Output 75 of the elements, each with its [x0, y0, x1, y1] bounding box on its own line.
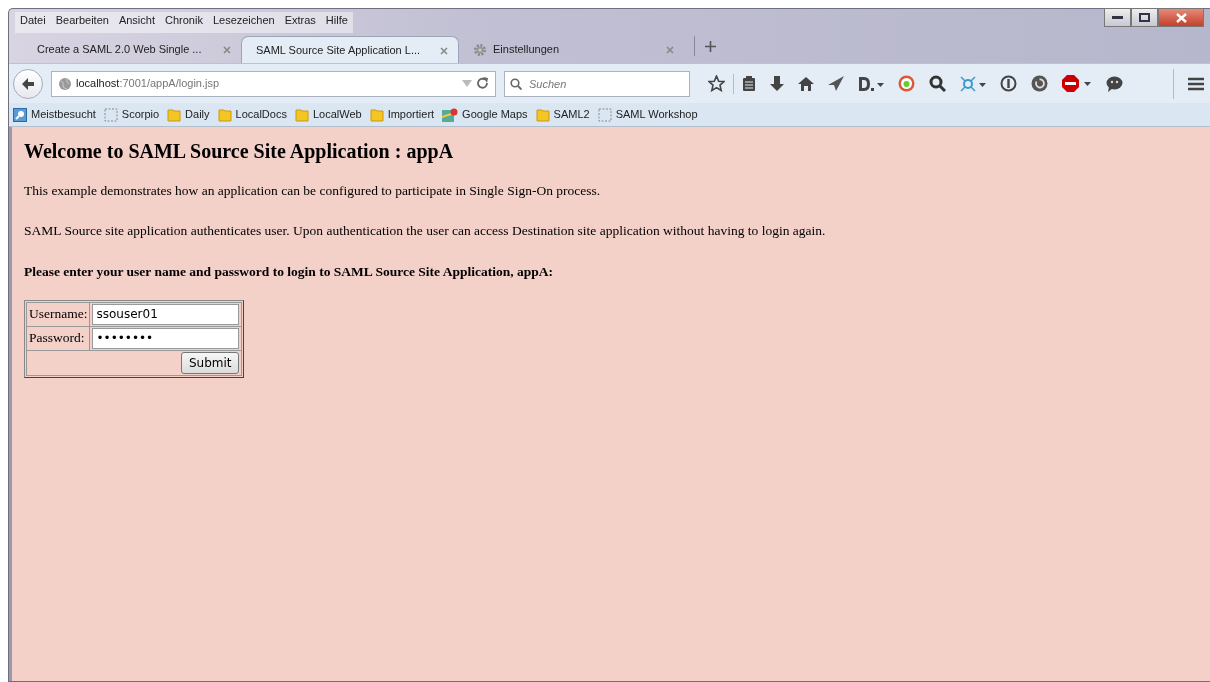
- maximize-icon: [1139, 13, 1150, 22]
- bookmark-label: Importiert: [387, 107, 435, 123]
- address-bar[interactable]: localhost:7001/appA/login.jsp: [51, 70, 496, 97]
- search-field[interactable]: Suchen: [504, 70, 690, 97]
- globe-icon: [58, 76, 72, 91]
- folder-icon: [294, 107, 309, 122]
- username-field[interactable]: ssouser01: [92, 303, 240, 325]
- bookmark-label: SAML Workshop: [615, 107, 698, 123]
- minimize-icon: [1112, 15, 1123, 20]
- menu-item[interactable]: Extras: [279, 12, 321, 33]
- download-icon[interactable]: [770, 75, 784, 92]
- page-outline-icon: [103, 107, 118, 122]
- folder-icon: [535, 107, 550, 122]
- close-icon: [1175, 12, 1187, 23]
- bookmark[interactable]: LocalWeb: [294, 106, 362, 123]
- tab-title: SAML Source Site Application L...: [256, 42, 421, 58]
- paper-plane-icon[interactable]: [828, 76, 844, 91]
- folder-icon: [167, 107, 182, 122]
- bookmark-label: Google Maps: [462, 107, 528, 123]
- bookmark[interactable]: Meistbesucht: [13, 106, 96, 123]
- bookmark[interactable]: Daily: [167, 106, 210, 123]
- menu-item[interactable]: Datei: [15, 12, 51, 33]
- form-prompt: Please enter your user name and password to login to SAML Source Site Application, appA:: [24, 262, 554, 281]
- star-icon[interactable]: [708, 75, 725, 92]
- clipboard-icon[interactable]: [742, 75, 756, 92]
- menu-item[interactable]: Bearbeiten: [50, 12, 114, 33]
- history-icon[interactable]: [1031, 75, 1048, 92]
- menu-item[interactable]: Chronik: [160, 12, 208, 33]
- bookmark-label: Daily: [185, 107, 210, 123]
- browser-tab[interactable]: Einstellungen: [459, 36, 684, 63]
- bookmark-label: Scorpio: [121, 107, 160, 123]
- magnifier-icon[interactable]: [929, 75, 946, 92]
- reload-icon[interactable]: [476, 77, 489, 90]
- stop-sign-icon[interactable]: [1062, 75, 1092, 92]
- menu-icon[interactable]: [1188, 76, 1204, 91]
- page-heading: Welcome to SAML Source Site Application : appA: [24, 139, 455, 163]
- info-icon[interactable]: [1000, 75, 1017, 92]
- bookmark-label: SAML2: [553, 107, 590, 123]
- menu-item[interactable]: Hilfe: [320, 12, 353, 33]
- paragraph: This example demonstrates how an application can be configured to participate in Single Sign-On process.: [24, 182, 602, 200]
- maximize-button[interactable]: [1131, 8, 1158, 27]
- browser-tab[interactable]: SAML Source Site Application L...: [241, 36, 459, 63]
- bookmark-label: LocalWeb: [312, 107, 362, 123]
- speech-bubble-icon[interactable]: [1106, 75, 1123, 92]
- paragraph: SAML Source site application authenticates user. Upon authentication the user can access Destination site application without having to login again.: [24, 222, 827, 241]
- bookmark[interactable]: Google Maps: [442, 106, 528, 123]
- bookmark[interactable]: SAML2: [535, 106, 590, 123]
- folder-icon: [217, 107, 232, 122]
- tab-title: Create a SAML 2.0 Web Single ...: [37, 42, 202, 58]
- gear-icon: [473, 42, 487, 57]
- password-field[interactable]: ••••••••: [92, 327, 240, 349]
- bookmark-label: Meistbesucht: [31, 107, 96, 123]
- back-button[interactable]: [13, 68, 43, 99]
- submit-button[interactable]: Submit: [180, 351, 240, 374]
- home-icon[interactable]: [798, 76, 814, 91]
- search-page-icon: [13, 107, 27, 122]
- close-button[interactable]: [1158, 8, 1204, 27]
- back-arrow-icon: [21, 77, 35, 90]
- bookmark[interactable]: Importiert: [369, 106, 435, 123]
- bookmark[interactable]: Scorpio: [103, 106, 160, 123]
- menu-item[interactable]: Lesezeichen: [207, 12, 280, 33]
- menu-item[interactable]: Ansicht: [113, 12, 160, 33]
- network-icon[interactable]: [960, 75, 986, 92]
- minimize-button[interactable]: [1104, 8, 1131, 27]
- bookmark-label: LocalDocs: [235, 107, 287, 123]
- folder-icon: [369, 107, 384, 122]
- url-text: localhost:7001/appA/login.jsp: [76, 76, 220, 92]
- bookmark[interactable]: LocalDocs: [217, 106, 287, 123]
- new-tab-icon[interactable]: [705, 41, 716, 52]
- bookmark[interactable]: SAML Workshop: [597, 106, 698, 123]
- browser-tab[interactable]: Create a SAML 2.0 Web Single ...: [23, 36, 241, 63]
- page-outline-icon: [597, 107, 612, 122]
- tab-title: Einstellungen: [493, 42, 560, 58]
- letter-d-icon[interactable]: [858, 75, 884, 92]
- map-pin-icon: [442, 107, 459, 122]
